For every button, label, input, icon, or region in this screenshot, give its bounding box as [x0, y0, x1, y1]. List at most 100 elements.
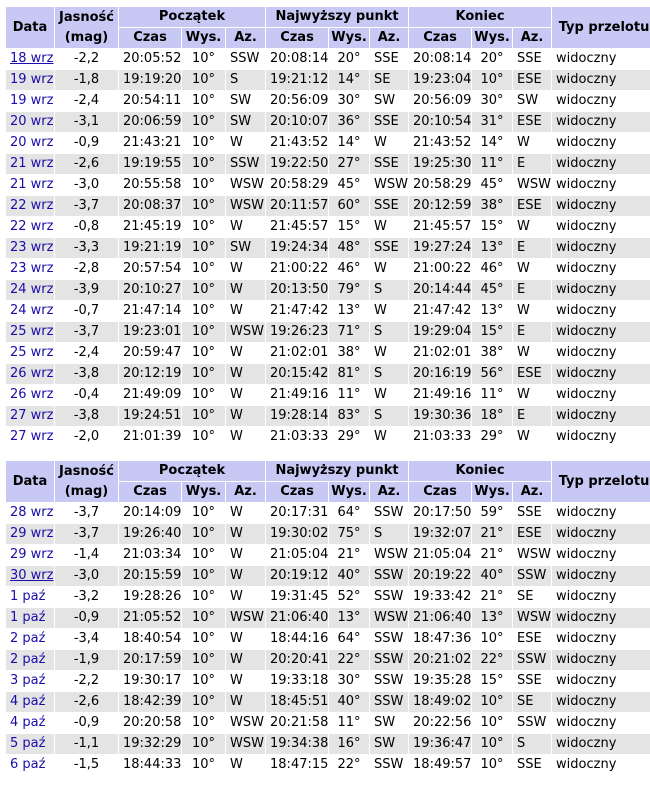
cell-magnitude: -0,7: [54, 300, 119, 322]
cell-start-time: 18:44:33: [118, 754, 182, 776]
header-pass-type: Typ przelotu: [551, 460, 650, 503]
cell-start-alt: 10°: [181, 69, 226, 91]
date-link[interactable]: 27 wrz: [10, 408, 53, 423]
date-link[interactable]: 18 wrz: [10, 51, 53, 66]
cell-start-alt: 10°: [181, 258, 226, 280]
date-link[interactable]: 6 paź: [10, 757, 45, 772]
date-link[interactable]: 28 wrz: [10, 505, 53, 520]
date-link[interactable]: 21 wrz: [10, 156, 53, 171]
date-link[interactable]: 22 wrz: [10, 198, 53, 213]
date-link[interactable]: 22 wrz: [10, 219, 53, 234]
cell-end-az: SSE: [512, 670, 553, 692]
table-row: 19 wrz -2,4 20:54:11 10° SW 20:56:09 30° SW 20:5…: [5, 90, 650, 112]
date-link[interactable]: 4 paź: [10, 715, 45, 730]
cell-end-alt: 15°: [471, 321, 514, 343]
header-start-az: Az.: [224, 27, 267, 49]
cell-peak-az: WSW: [369, 607, 410, 629]
cell-peak-time: 19:21:12: [265, 69, 330, 91]
cell-end-time: 20:17:50: [408, 502, 473, 524]
cell-magnitude: -3,0: [54, 174, 119, 196]
date-link[interactable]: 25 wrz: [10, 345, 53, 360]
cell-peak-time: 20:56:09: [265, 90, 330, 112]
date-link[interactable]: 24 wrz: [10, 282, 53, 297]
cell-peak-time: 21:05:04: [265, 544, 330, 566]
date-link[interactable]: 4 paź: [10, 694, 45, 709]
cell-end-time: 21:03:33: [408, 426, 473, 448]
date-link[interactable]: 29 wrz: [10, 526, 53, 541]
cell-end-alt: 15°: [471, 670, 514, 692]
date-link[interactable]: 23 wrz: [10, 261, 53, 276]
cell-peak-alt: 75°: [328, 523, 371, 545]
cell-date: 26 wrz: [5, 384, 55, 406]
cell-peak-alt: 29°: [328, 426, 371, 448]
cell-pass-type: widoczny: [551, 69, 650, 91]
cell-pass-type: widoczny: [551, 258, 650, 280]
date-link[interactable]: 19 wrz: [10, 72, 53, 87]
table-row: 4 paź -2,6 18:42:39 10° W 18:45:51 40° SSW 18:49…: [5, 691, 650, 713]
cell-peak-az: SW: [369, 712, 410, 734]
date-link[interactable]: 19 wrz: [10, 93, 53, 108]
cell-pass-type: widoczny: [551, 523, 650, 545]
table-row: 2 paź -1,9 20:17:59 10° W 20:20:41 22° SSW 20:21…: [5, 649, 650, 671]
cell-end-time: 21:49:16: [408, 384, 473, 406]
cell-peak-az: S: [369, 363, 410, 385]
cell-start-az: SSW: [224, 48, 267, 70]
table-row: 25 wrz -3,7 19:23:01 10° WSW 19:26:23 71° S 19:2…: [5, 321, 650, 343]
cell-start-time: 20:20:58: [118, 712, 182, 734]
cell-magnitude: -2,6: [54, 691, 119, 713]
cell-end-time: 20:58:29: [408, 174, 473, 196]
cell-magnitude: -3,7: [54, 502, 119, 524]
cell-end-alt: 15°: [471, 216, 514, 238]
cell-pass-type: widoczny: [551, 691, 650, 713]
cell-end-time: 19:25:30: [408, 153, 473, 175]
cell-start-time: 21:05:52: [118, 607, 182, 629]
date-link[interactable]: 5 paź: [10, 736, 45, 751]
cell-magnitude: -0,9: [54, 132, 119, 154]
cell-start-az: SW: [224, 90, 267, 112]
cell-start-alt: 10°: [181, 153, 226, 175]
cell-pass-type: widoczny: [551, 48, 650, 70]
cell-start-az: W: [224, 258, 267, 280]
cell-start-time: 19:32:29: [118, 733, 182, 755]
date-link[interactable]: 1 paź: [10, 589, 45, 604]
cell-end-alt: 10°: [471, 733, 514, 755]
cell-peak-time: 19:33:18: [265, 670, 330, 692]
cell-date: 22 wrz: [5, 216, 55, 238]
date-link[interactable]: 21 wrz: [10, 177, 53, 192]
table-row: 27 wrz -2,0 21:01:39 10° W 21:03:33 29° W 21:03:…: [5, 426, 650, 448]
date-link[interactable]: 3 paź: [10, 673, 45, 688]
cell-peak-time: 19:22:50: [265, 153, 330, 175]
date-link[interactable]: 24 wrz: [10, 303, 53, 318]
cell-start-time: 20:57:54: [118, 258, 182, 280]
date-link[interactable]: 25 wrz: [10, 324, 53, 339]
date-link[interactable]: 2 paź: [10, 652, 45, 667]
date-link[interactable]: 26 wrz: [10, 366, 53, 381]
cell-date: 1 paź: [5, 607, 55, 629]
date-link[interactable]: 2 paź: [10, 631, 45, 646]
cell-end-time: 21:02:01: [408, 342, 473, 364]
cell-date: 27 wrz: [5, 426, 55, 448]
cell-end-az: SSE: [512, 502, 553, 524]
cell-end-time: 20:56:09: [408, 90, 473, 112]
cell-peak-alt: 14°: [328, 132, 371, 154]
cell-start-time: 21:49:09: [118, 384, 182, 406]
date-link[interactable]: 20 wrz: [10, 114, 53, 129]
cell-end-time: 19:36:47: [408, 733, 473, 755]
table-row: 22 wrz -0,8 21:45:19 10° W 21:45:57 15° W 21:45:…: [5, 216, 650, 238]
date-link[interactable]: 27 wrz: [10, 429, 53, 444]
cell-peak-alt: 40°: [328, 691, 371, 713]
cell-date: 24 wrz: [5, 300, 55, 322]
date-link[interactable]: 29 wrz: [10, 547, 53, 562]
date-link[interactable]: 26 wrz: [10, 387, 53, 402]
cell-pass-type: widoczny: [551, 342, 650, 364]
date-link[interactable]: 1 paź: [10, 610, 45, 625]
cell-peak-time: 21:03:33: [265, 426, 330, 448]
cell-magnitude: -3,2: [54, 586, 119, 608]
date-link[interactable]: 20 wrz: [10, 135, 53, 150]
cell-peak-time: 19:30:02: [265, 523, 330, 545]
date-link[interactable]: 30 wrz: [10, 568, 53, 583]
header-peak-az: Az.: [369, 481, 410, 503]
cell-start-az: W: [224, 565, 267, 587]
date-link[interactable]: 23 wrz: [10, 240, 53, 255]
table-row: 19 wrz -1,8 19:19:20 10° S 19:21:12 14° SE 19:23…: [5, 69, 650, 91]
